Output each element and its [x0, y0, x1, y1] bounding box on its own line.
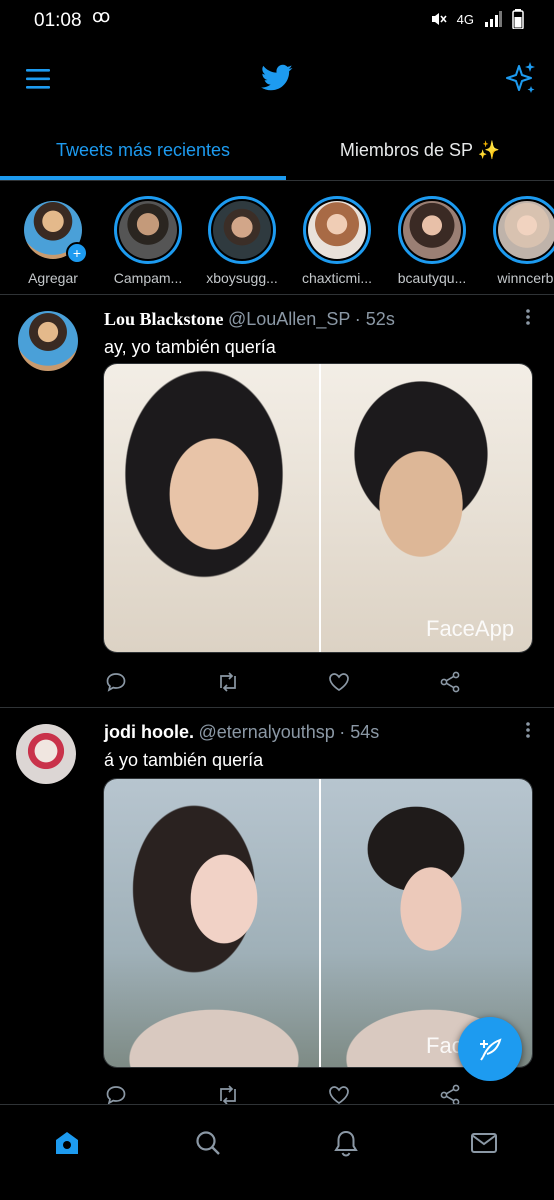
fleet-ring — [398, 196, 466, 264]
active-tab-indicator — [0, 176, 286, 180]
user-handle[interactable]: @LouAllen_SP — [228, 309, 350, 329]
tweet-header: jodi hoole. @eternalyouthsp · 54s — [104, 722, 379, 743]
more-options-icon[interactable] — [518, 720, 538, 740]
fleet-label: Agregar — [28, 270, 78, 286]
share-icon[interactable] — [435, 667, 465, 697]
mute-icon — [431, 13, 447, 25]
user-handle[interactable]: @eternalyouthsp — [198, 722, 334, 742]
notifications-icon[interactable] — [326, 1123, 366, 1163]
add-fleet-icon: + — [66, 242, 88, 264]
fleet-ring — [493, 196, 554, 264]
avatar — [213, 201, 271, 259]
tweet-time: · 52s — [354, 309, 395, 329]
bottom-navigation — [0, 1104, 554, 1181]
tweet-time: · 54s — [339, 722, 380, 742]
retweet-icon[interactable] — [213, 667, 243, 697]
network-type: 4G — [456, 11, 474, 27]
hamburger-menu-icon[interactable] — [26, 68, 50, 90]
tab-label: Tweets más recientes — [55, 139, 231, 160]
avatar — [119, 201, 177, 259]
fleet-item[interactable]: xboysugg... — [197, 196, 287, 286]
tweet-header: Lou Blackstone @LouAllen_SP · 52s — [104, 309, 395, 330]
home-icon[interactable] — [47, 1123, 87, 1163]
battery-icon — [512, 9, 524, 29]
app-bar — [0, 44, 554, 114]
avatar — [403, 201, 461, 259]
sparkle-icon[interactable] — [504, 60, 538, 96]
tab-label: Miembros de SP ✨ — [339, 139, 501, 160]
twitter-bird-icon — [261, 64, 293, 91]
avatar[interactable] — [16, 724, 76, 784]
voicemail-icon: ꝏ — [92, 6, 111, 26]
fleet-label: chaxticmi... — [301, 270, 372, 286]
more-options-icon[interactable] — [518, 307, 538, 327]
tweet-text: ay, yo también quería — [104, 337, 276, 357]
status-time: 01:08 — [34, 10, 82, 31]
system-gesture-bar — [0, 1185, 554, 1200]
fleet-label: xboysugg... — [206, 270, 278, 286]
signal-icon — [485, 11, 502, 27]
media-image-left — [104, 364, 319, 652]
media-image-right — [321, 364, 532, 652]
status-bar: 01:08 ꝏ 4G — [0, 0, 554, 40]
timeline-tabs: Tweets más recientes Miembros de SP ✨ — [0, 120, 554, 181]
fleet-label: Campam... — [113, 270, 183, 286]
messages-icon[interactable] — [464, 1123, 504, 1163]
fleet-label: bcautyqu... — [397, 270, 467, 286]
display-name[interactable]: jodi hoole. — [104, 722, 194, 742]
fleet-ring — [114, 196, 182, 264]
faceapp-watermark: FaceApp — [426, 616, 515, 641]
tab-sp-members[interactable]: Miembros de SP ✨ — [286, 120, 554, 180]
reply-icon[interactable] — [101, 667, 131, 697]
avatar — [308, 201, 366, 259]
tweet-media[interactable]: FaceApp — [103, 363, 533, 653]
status-icons: 4G — [429, 9, 524, 29]
tweet[interactable]: Lou Blackstone @LouAllen_SP · 52s ay, yo… — [0, 295, 554, 708]
media-image-left — [104, 779, 319, 1067]
tweet-text: á yo también quería — [104, 750, 264, 770]
avatar — [498, 201, 554, 259]
fleet-item[interactable]: winncerbl — [482, 196, 554, 286]
fleet-item[interactable]: Campam... — [103, 196, 193, 286]
tab-latest-tweets[interactable]: Tweets más recientes — [0, 120, 286, 180]
display-name[interactable]: Lou Blackstone — [104, 309, 224, 329]
fleets-row: + Agregar Campam... xboysugg... chaxticm… — [0, 190, 554, 295]
fleet-label: winncerbl — [497, 270, 554, 286]
compose-tweet-button[interactable] — [458, 1017, 522, 1081]
fleet-ring — [208, 196, 276, 264]
like-icon[interactable] — [324, 667, 354, 697]
compose-feather-icon — [480, 1038, 502, 1061]
search-icon[interactable] — [188, 1123, 228, 1163]
fleet-ring — [303, 196, 371, 264]
fleet-item[interactable]: bcautyqu... — [387, 196, 477, 286]
fleet-add[interactable]: + Agregar — [8, 196, 98, 286]
fleet-item[interactable]: chaxticmi... — [292, 196, 382, 286]
avatar[interactable] — [18, 311, 78, 371]
